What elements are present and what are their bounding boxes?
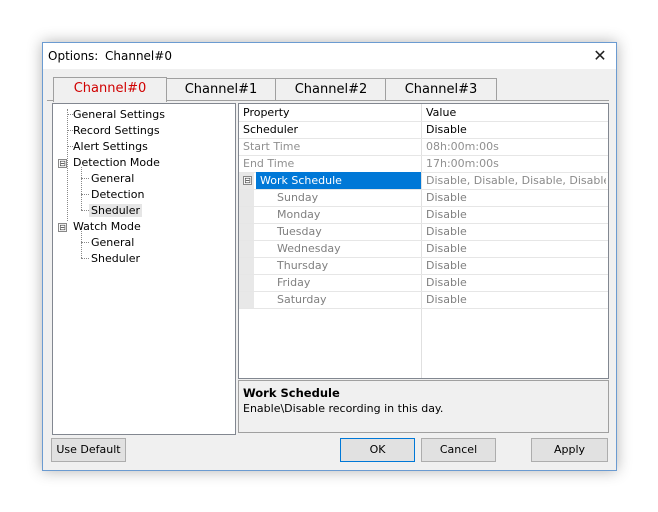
property-name: Tuesday: [277, 225, 322, 238]
tree-item-detection-sheduler[interactable]: Sheduler: [89, 204, 143, 217]
tab-channel-3[interactable]: Channel#3: [385, 78, 497, 101]
tab-channel-0[interactable]: Channel#0: [53, 77, 167, 102]
header-value: Value: [426, 106, 457, 119]
property-name: Thursday: [277, 259, 329, 272]
property-name: End Time: [243, 157, 295, 170]
property-name: Monday: [277, 208, 321, 221]
description-text: Enable\Disable recording in this day.: [243, 402, 444, 415]
property-name: Saturday: [277, 293, 327, 306]
grid-row-scheduler[interactable]: Scheduler Disable: [239, 121, 608, 139]
tree-line: [81, 258, 89, 259]
cancel-button[interactable]: Cancel: [421, 438, 496, 462]
tree-item-general-settings[interactable]: General Settings: [73, 108, 165, 121]
property-value[interactable]: Disable, Disable, Disable, Disable, ...: [426, 174, 606, 187]
use-default-button[interactable]: Use Default: [51, 438, 126, 462]
tree-line: [81, 194, 89, 195]
collapse-icon[interactable]: ⊟: [243, 176, 252, 185]
options-dialog: Options: Channel#0 ✕ Channel#0 Channel#1…: [42, 42, 617, 471]
grid-row-work-schedule[interactable]: ⊟ Work Schedule Disable, Disable, Disabl…: [239, 172, 608, 190]
ok-button[interactable]: OK: [340, 438, 415, 462]
tree-item-watch-general[interactable]: General: [91, 236, 134, 249]
grid-row-monday[interactable]: Monday Disable: [239, 206, 608, 224]
tab-channel-1[interactable]: Channel#1: [165, 78, 277, 101]
collapse-icon[interactable]: ⊟: [58, 159, 67, 168]
grid-row-wednesday[interactable]: Wednesday Disable: [239, 240, 608, 258]
property-name: Start Time: [243, 140, 301, 153]
close-icon[interactable]: ✕: [590, 46, 610, 66]
property-name: Scheduler: [243, 123, 299, 136]
property-name: Friday: [277, 276, 311, 289]
tab-channel-2[interactable]: Channel#2: [275, 78, 387, 101]
description-pane: Work Schedule Enable\Disable recording i…: [238, 380, 609, 433]
window-title: Options:: [48, 49, 99, 63]
property-value[interactable]: 17h:00m:00s: [426, 157, 606, 170]
window-title-channel: Channel#0: [105, 49, 172, 63]
property-value[interactable]: Disable: [426, 293, 606, 306]
apply-button[interactable]: Apply: [531, 438, 608, 462]
property-name: Sunday: [277, 191, 319, 204]
tree-line: [81, 210, 89, 211]
property-value[interactable]: 08h:00m:00s: [426, 140, 606, 153]
property-name: Work Schedule: [260, 174, 342, 187]
grid-row-saturday[interactable]: Saturday Disable: [239, 291, 608, 309]
tree-item-detection-detection[interactable]: Detection: [91, 188, 144, 201]
grid-row-sunday[interactable]: Sunday Disable: [239, 189, 608, 207]
title-bar: Options: Channel#0 ✕: [43, 43, 616, 69]
property-value[interactable]: Disable: [426, 276, 606, 289]
grid-row-start-time[interactable]: Start Time 08h:00m:00s: [239, 138, 608, 156]
tree-line: [81, 242, 89, 243]
grid-row-end-time[interactable]: End Time 17h:00m:00s: [239, 155, 608, 173]
property-value[interactable]: Disable: [426, 259, 606, 272]
tree-line: [67, 109, 68, 221]
property-value[interactable]: Disable: [426, 242, 606, 255]
grid-row-thursday[interactable]: Thursday Disable: [239, 257, 608, 275]
property-value[interactable]: Disable: [426, 191, 606, 204]
tree-line: [81, 178, 89, 179]
property-grid[interactable]: Property Value Scheduler Disable Start T…: [238, 103, 609, 379]
property-value[interactable]: Disable: [426, 225, 606, 238]
tree-item-detection-mode[interactable]: Detection Mode: [73, 156, 160, 169]
settings-tree[interactable]: General Settings Record Settings Alert S…: [52, 103, 236, 435]
grid-header: Property Value: [239, 104, 608, 122]
description-title: Work Schedule: [243, 386, 340, 400]
tree-item-alert-settings[interactable]: Alert Settings: [73, 140, 148, 153]
tree-item-record-settings[interactable]: Record Settings: [73, 124, 160, 137]
tree-item-watch-sheduler[interactable]: Sheduler: [91, 252, 140, 265]
tree-line: [81, 231, 82, 258]
property-name: Wednesday: [277, 242, 341, 255]
grid-row-friday[interactable]: Friday Disable: [239, 274, 608, 292]
header-property: Property: [243, 106, 290, 119]
tree-line: [81, 167, 82, 210]
grid-row-tuesday[interactable]: Tuesday Disable: [239, 223, 608, 241]
tree-item-detection-general[interactable]: General: [91, 172, 134, 185]
property-value[interactable]: Disable: [426, 123, 606, 136]
collapse-icon[interactable]: ⊟: [58, 223, 67, 232]
property-value[interactable]: Disable: [426, 208, 606, 221]
tree-item-watch-mode[interactable]: Watch Mode: [73, 220, 141, 233]
